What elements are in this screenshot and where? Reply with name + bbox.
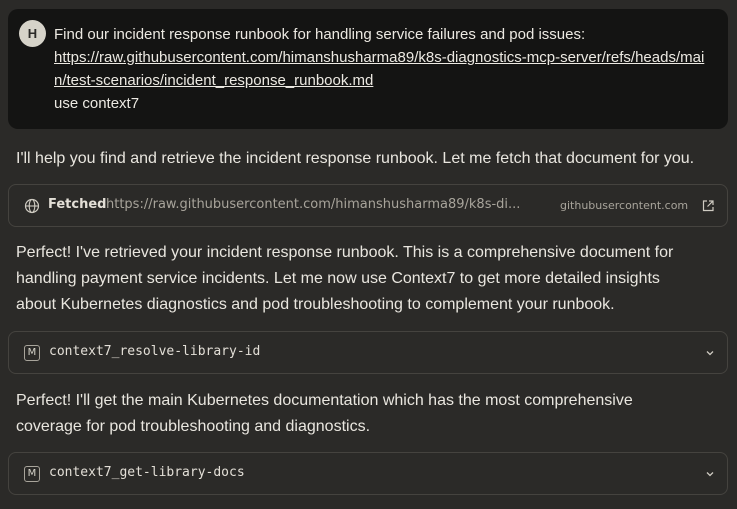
fetch-result-card[interactable]: Fetched https://raw.githubusercontent.co… [8,184,728,227]
runbook-link[interactable]: https://raw.githubusercontent.com/himans… [54,46,714,92]
external-link-icon[interactable] [701,199,715,213]
mcp-tool-icon: M [24,345,40,361]
user-message-line: Find our incident response runbook for h… [54,26,586,43]
mcp-tool-icon: M [24,466,40,482]
fetch-domain: githubusercontent.com [560,199,689,212]
chevron-down-icon[interactable] [704,468,716,480]
chevron-down-icon[interactable] [704,347,716,359]
fetch-url: https://raw.githubusercontent.com/himans… [106,197,521,212]
tool-call-get-library-docs[interactable]: M context7_get-library-docs [8,452,728,495]
assistant-paragraph: Perfect! I've retrieved your incident re… [16,244,674,313]
user-message: H Find our incident response runbook for… [8,9,728,129]
assistant-paragraph: I'll help you find and retrieve the inci… [16,150,695,167]
tool-name: context7_resolve-library-id [49,344,261,359]
tool-name: context7_get-library-docs [49,465,245,480]
user-avatar: H [19,20,46,47]
tool-call-resolve-library-id[interactable]: M context7_resolve-library-id [8,331,728,374]
user-message-text: Find our incident response runbook for h… [54,23,714,115]
user-message-line: use context7 [54,95,140,112]
assistant-paragraph: Perfect! I'll get the main Kubernetes do… [16,392,633,435]
globe-icon [24,198,40,214]
fetch-label: Fetched [48,197,107,212]
